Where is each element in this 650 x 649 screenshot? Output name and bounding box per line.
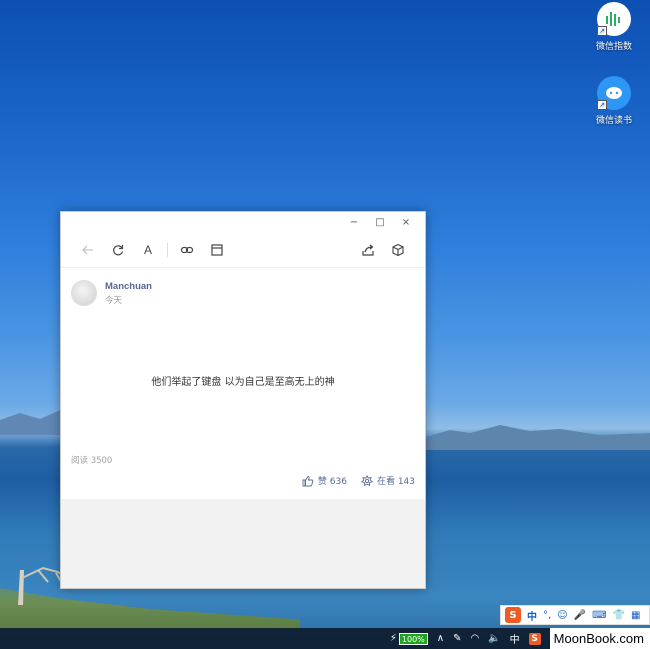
avatar[interactable] — [71, 280, 97, 306]
font-icon: A — [143, 242, 152, 257]
wow-count: 在看 143 — [376, 477, 415, 487]
shortcut-arrow-icon: ↗ — [597, 26, 607, 36]
thumbs-up-icon — [302, 475, 314, 486]
show-hidden-icons-button[interactable]: ∧ — [437, 633, 444, 644]
mini-program-button[interactable] — [383, 235, 413, 265]
minimize-button[interactable]: − — [341, 212, 367, 232]
share-icon — [362, 244, 374, 256]
link-icon — [180, 246, 194, 253]
refresh-icon — [113, 244, 124, 255]
author-block[interactable]: Manchuan 今天 — [71, 280, 152, 306]
volume-icon[interactable]: 🔈 — [488, 633, 500, 644]
wechat-index-icon: ↗ — [597, 2, 631, 36]
wechat-read-icon: ↗ — [597, 76, 631, 110]
ime-voice-icon[interactable]: 🎤 — [574, 610, 586, 621]
chevron-up-icon: ∧ — [436, 633, 445, 644]
window-icon — [211, 243, 223, 256]
ime-punctuation-icon[interactable]: °, — [543, 610, 551, 621]
maximize-button[interactable]: □ — [367, 212, 393, 232]
back-arrow-icon — [82, 245, 93, 254]
post-actions: 赞 636 在看 143 — [288, 474, 415, 487]
battery-indicator[interactable]: ⚡ 100% — [389, 632, 428, 645]
like-button[interactable]: 赞 636 — [302, 474, 347, 487]
battery-level: 100% — [398, 632, 428, 645]
ime-keyboard-icon[interactable]: ⌨ — [592, 610, 606, 621]
like-count: 赞 636 — [317, 477, 347, 487]
ime-emoji-icon[interactable]: ☺ — [557, 610, 567, 621]
sogou-tray-icon[interactable]: S — [528, 632, 541, 645]
close-button[interactable]: × — [393, 212, 419, 232]
window-titlebar: − □ × — [61, 212, 425, 232]
post-date: 今天 — [105, 295, 123, 306]
read-count: 阅读 3500 — [71, 456, 113, 466]
post-text: 他们举起了键盘 以为自己是至高无上的神 — [151, 377, 335, 388]
ime-toolbox-icon[interactable]: ▦ — [631, 610, 640, 621]
language-indicator[interactable]: 中 — [510, 631, 520, 646]
shortcut-arrow-icon: ↗ — [597, 100, 607, 110]
pen-icon[interactable]: ✎ — [453, 633, 461, 644]
wechat-article-window: − □ × A Manchuan 今天 他们举起了键盘 以为自己是至高无上的神 … — [60, 211, 426, 589]
toolbar-divider — [167, 242, 168, 257]
desktop-icon-label: 微信指数 — [595, 42, 632, 52]
desktop-icon-wechat-read[interactable]: ↗ 微信读书 — [584, 76, 644, 126]
copy-link-button[interactable] — [172, 235, 202, 265]
taskbar: ⚡ 100% ∧ ✎ ◠ 🔈 中 S MoonBook.com — [0, 628, 650, 649]
back-button[interactable] — [73, 235, 103, 265]
wow-button[interactable]: 在看 143 — [360, 474, 415, 487]
sogou-logo-icon[interactable]: S — [505, 607, 521, 623]
comment-area — [61, 499, 425, 588]
plug-icon: ⚡ — [389, 633, 397, 644]
watermark: MoonBook.com — [549, 628, 650, 649]
refresh-button[interactable] — [103, 235, 133, 265]
share-button[interactable] — [353, 235, 383, 265]
window-toolbar: A — [61, 232, 425, 268]
author-name[interactable]: Manchuan — [105, 281, 152, 292]
desktop-icon-wechat-index[interactable]: ↗ 微信指数 — [584, 2, 644, 52]
open-window-button[interactable] — [202, 235, 232, 265]
cube-icon — [392, 243, 404, 256]
wifi-icon[interactable]: ◠ — [470, 633, 479, 644]
ime-skin-icon[interactable]: 👕 — [613, 610, 625, 621]
font-size-button[interactable]: A — [133, 235, 163, 265]
flower-icon — [360, 474, 373, 486]
article-content: Manchuan 今天 他们举起了键盘 以为自己是至高无上的神 阅读 3500 … — [61, 268, 425, 499]
ime-mode[interactable]: 中 — [527, 608, 537, 623]
ime-toolbar[interactable]: S 中 °, ☺ 🎤 ⌨ 👕 ▦ — [500, 605, 650, 625]
desktop-icon-label: 微信读书 — [595, 116, 632, 126]
